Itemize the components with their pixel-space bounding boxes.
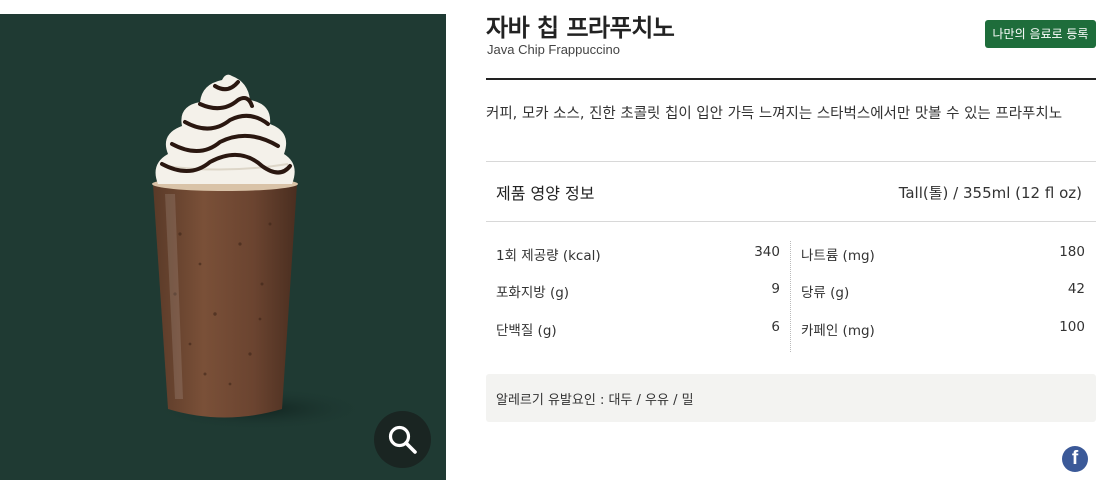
nutrition-value: 180 xyxy=(1059,244,1085,260)
nutrition-header-divider xyxy=(486,221,1096,222)
allergy-info: 알레르기 유발요인 : 대두 / 우유 / 밀 xyxy=(496,393,694,408)
nutrition-label: 1회 제공량 (kcal) xyxy=(496,248,601,264)
zoom-button[interactable] xyxy=(374,411,431,468)
nutrition-column-divider xyxy=(790,241,791,352)
nutrition-value: 6 xyxy=(771,319,780,335)
nutrition-label: 카페인 (mg) xyxy=(801,323,875,339)
facebook-share-button[interactable]: f xyxy=(1062,446,1088,472)
allergy-info-box: 알레르기 유발요인 : 대두 / 우유 / 밀 xyxy=(486,374,1096,422)
serving-size: Tall(톨) / 355ml (12 fl oz) xyxy=(898,184,1082,202)
nutrition-value: 42 xyxy=(1067,281,1085,297)
nutrition-label: 단백질 (g) xyxy=(496,323,557,339)
product-description: 커피, 모카 소스, 진한 초콜릿 칩이 입안 가득 느껴지는 스타벅스에서만 … xyxy=(486,106,1063,122)
header-divider xyxy=(486,78,1096,80)
magnifier-icon xyxy=(388,425,417,454)
nutrition-value: 100 xyxy=(1059,319,1085,335)
nutrition-value: 9 xyxy=(771,281,780,297)
product-title-english: Java Chip Frappuccino xyxy=(487,42,620,57)
nutrition-value: 340 xyxy=(754,244,780,260)
frappuccino-image xyxy=(150,74,370,431)
nutrition-label: 포화지방 (g) xyxy=(496,285,570,301)
register-my-drink-button[interactable]: 나만의 음료로 등록 xyxy=(985,20,1096,48)
nutrition-label: 당류 (g) xyxy=(801,285,850,301)
nutrition-title: 제품 영양 정보 xyxy=(496,184,595,203)
nutrition-top-divider xyxy=(486,161,1096,162)
nutrition-label: 나트륨 (mg) xyxy=(801,248,875,264)
facebook-icon: f xyxy=(1071,448,1079,469)
product-image-panel xyxy=(0,14,446,480)
product-title: 자바 칩 프라푸치노 xyxy=(486,14,675,42)
